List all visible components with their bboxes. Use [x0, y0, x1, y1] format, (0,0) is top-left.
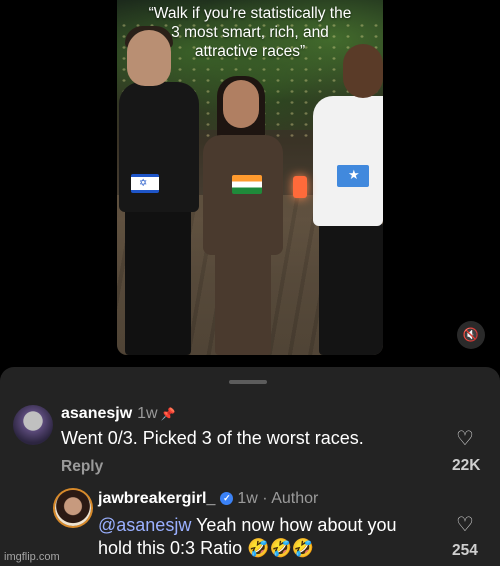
avatar[interactable]: [13, 405, 53, 445]
video-player[interactable]: ✡ ★ “Walk if you’re statistically the 3 …: [117, 0, 383, 355]
mention-link[interactable]: @asanesjw: [98, 515, 191, 535]
lamp-post-light: [293, 176, 307, 198]
person-center-torso: [203, 135, 283, 255]
like-count: 254: [452, 542, 478, 559]
verified-check-icon: ✓: [220, 492, 234, 506]
pin-icon: 📌: [160, 407, 176, 421]
reply-text-line-1: Yeah now how about you: [191, 515, 397, 535]
watermark: imgflip.com: [4, 551, 60, 563]
reply-text-line-2: hold this 0:3 Ratio 🤣🤣🤣: [98, 538, 315, 558]
comment-username[interactable]: asanesjw: [61, 405, 132, 422]
israel-flag-emoji: ✡: [131, 174, 159, 193]
sheet-drag-handle[interactable]: [229, 380, 267, 384]
like-count: 22K: [452, 457, 481, 474]
reply-username[interactable]: jawbreakergirl_: [98, 490, 215, 507]
mute-button[interactable]: 🔇: [457, 321, 485, 349]
person-left-legs: [125, 200, 191, 355]
caption-line-3: attractive races”: [194, 43, 306, 60]
comments-sheet[interactable]: asanesjw 1w 📌 Went 0/3. Picked 3 of the wo…: [0, 367, 500, 566]
somalia-flag-emoji: ★: [337, 165, 369, 187]
avatar[interactable]: [55, 490, 91, 526]
comment-author[interactable]: asanesjw 1w 📌: [61, 405, 176, 423]
reply-text: @asanesjw Yeah now how about you hold th…: [98, 514, 428, 560]
person-center-head: [223, 80, 259, 128]
person-right-torso: [313, 96, 383, 226]
person-center-legs: [215, 245, 271, 355]
heart-icon[interactable]: ♡: [456, 426, 474, 451]
reply-meta: 1w · Author: [237, 490, 319, 507]
heart-icon[interactable]: ♡: [456, 512, 474, 537]
comment-text: Went 0/3. Picked 3 of the worst races.: [61, 428, 364, 448]
person-right-legs: [319, 222, 383, 355]
reply-button[interactable]: Reply: [61, 458, 103, 476]
caption-line-1: “Walk if you’re statistically the: [148, 5, 352, 22]
caption-line-2: 3 most smart, rich, and: [171, 24, 329, 41]
reply-author[interactable]: jawbreakergirl_ ✓ 1w · Author: [98, 490, 318, 508]
speaker-mute-icon: 🔇: [462, 327, 480, 342]
video-caption: “Walk if you’re statistically the 3 most…: [117, 4, 383, 61]
comment-age: 1w: [137, 405, 158, 422]
india-flag-emoji: [232, 175, 262, 194]
